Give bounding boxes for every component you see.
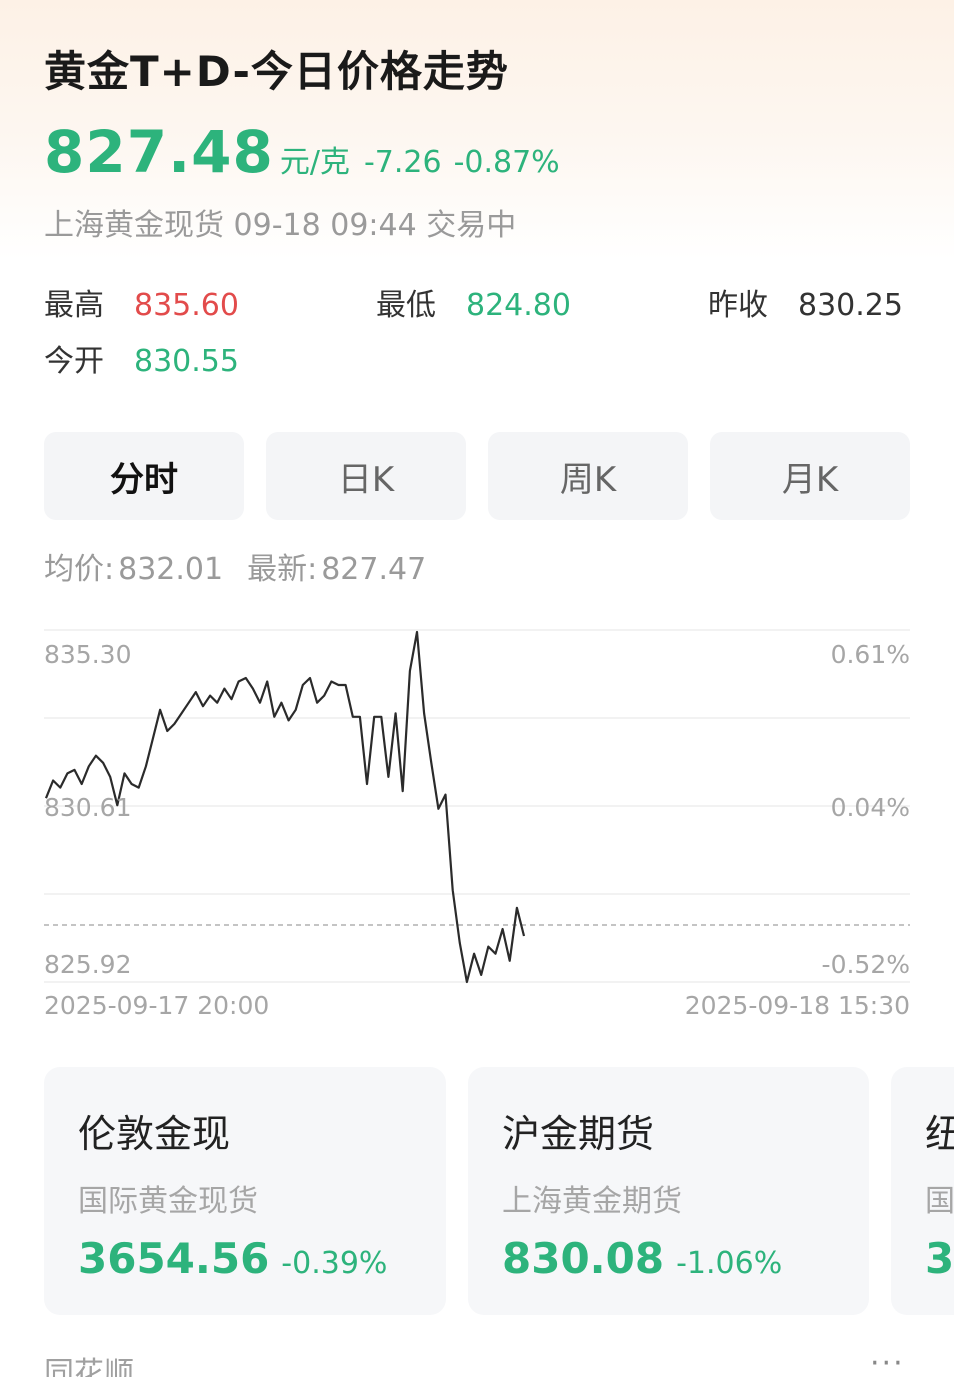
stat-low-value: 824.80 [466, 288, 571, 323]
more-options-icon[interactable]: ··· [870, 1346, 905, 1377]
y-tick-label: 835.30 [44, 640, 132, 669]
card-change-percent: -0.39% [281, 1246, 388, 1281]
x-tick-label: 2025-09-18 15:30 [684, 991, 910, 1020]
market-status: 上海黄金现货 09-18 09:44 交易中 [44, 208, 517, 243]
y-tick-label-right: 0.04% [830, 793, 910, 822]
y-tick-label: 830.61 [44, 793, 132, 822]
market-card-shanghai-futures[interactable]: 沪金期货 上海黄金期货 830.08 -1.06% [468, 1067, 869, 1315]
stat-open: 今开 830.55 [44, 336, 239, 380]
avg-label: 均价: [44, 552, 115, 587]
tab-daily-k[interactable]: 日K [266, 432, 466, 520]
y-tick-label: 825.92 [44, 950, 132, 979]
card-subtitle: 国际黄金现货 [78, 1184, 258, 1219]
data-source-label: 同花顺 [44, 1356, 134, 1377]
avg-value: 832.01 [118, 552, 224, 587]
price-change-percent: -0.87% [453, 145, 560, 180]
stat-low: 最低 824.80 [376, 280, 571, 324]
stat-low-label: 最低 [376, 288, 436, 323]
latest-label: 最新: [247, 552, 318, 587]
market-card-partial[interactable]: 纽 国 3 [891, 1067, 954, 1315]
stat-high-value: 835.60 [134, 288, 239, 323]
stat-prev-close: 昨收 830.25 [708, 280, 903, 324]
stat-high: 最高 835.60 [44, 280, 239, 324]
current-price: 827.48 [44, 118, 274, 186]
card-price-row: 3654.56 -0.39% [78, 1234, 412, 1283]
latest-value: 827.47 [321, 552, 427, 587]
x-tick-label: 2025-09-17 20:00 [44, 991, 270, 1020]
price-unit: 元/克 [279, 145, 350, 180]
tab-monthly-k[interactable]: 月K [710, 432, 910, 520]
card-price: 3 [925, 1234, 954, 1283]
page-title: 黄金T+D-今日价格走势 [44, 47, 509, 96]
card-price: 3654.56 [78, 1234, 270, 1283]
y-tick-label-right: -0.52% [821, 950, 910, 979]
stat-high-label: 最高 [44, 288, 104, 323]
stat-prev-close-label: 昨收 [708, 288, 768, 323]
y-tick-label-right: 0.61% [830, 640, 910, 669]
stat-open-label: 今开 [44, 344, 104, 379]
tab-intraday[interactable]: 分时 [44, 432, 244, 520]
card-subtitle: 上海黄金期货 [502, 1184, 682, 1219]
stat-prev-close-value: 830.25 [798, 288, 903, 323]
price-line: 827.48 元/克 -7.26 -0.87% [44, 118, 560, 186]
intraday-chart[interactable]: 835.30 830.61 825.92 0.61% 0.04% -0.52% … [0, 620, 954, 1020]
market-card-london-gold[interactable]: 伦敦金现 国际黄金现货 3654.56 -0.39% [44, 1067, 446, 1315]
card-price: 830.08 [502, 1234, 665, 1283]
avg-latest-line: 均价: 832.01 最新: 827.47 [44, 544, 426, 588]
intraday-chart-svg [44, 629, 910, 984]
tab-weekly-k[interactable]: 周K [488, 432, 688, 520]
card-title: 沪金期货 [502, 1112, 655, 1156]
card-price-row: 830.08 -1.06% [502, 1234, 835, 1283]
card-change-percent: -1.06% [676, 1246, 783, 1281]
card-title: 伦敦金现 [78, 1112, 231, 1156]
period-tabs: 分时 日K 周K 月K [44, 432, 910, 520]
stat-open-value: 830.55 [134, 344, 239, 379]
price-change: -7.26 [363, 145, 442, 180]
